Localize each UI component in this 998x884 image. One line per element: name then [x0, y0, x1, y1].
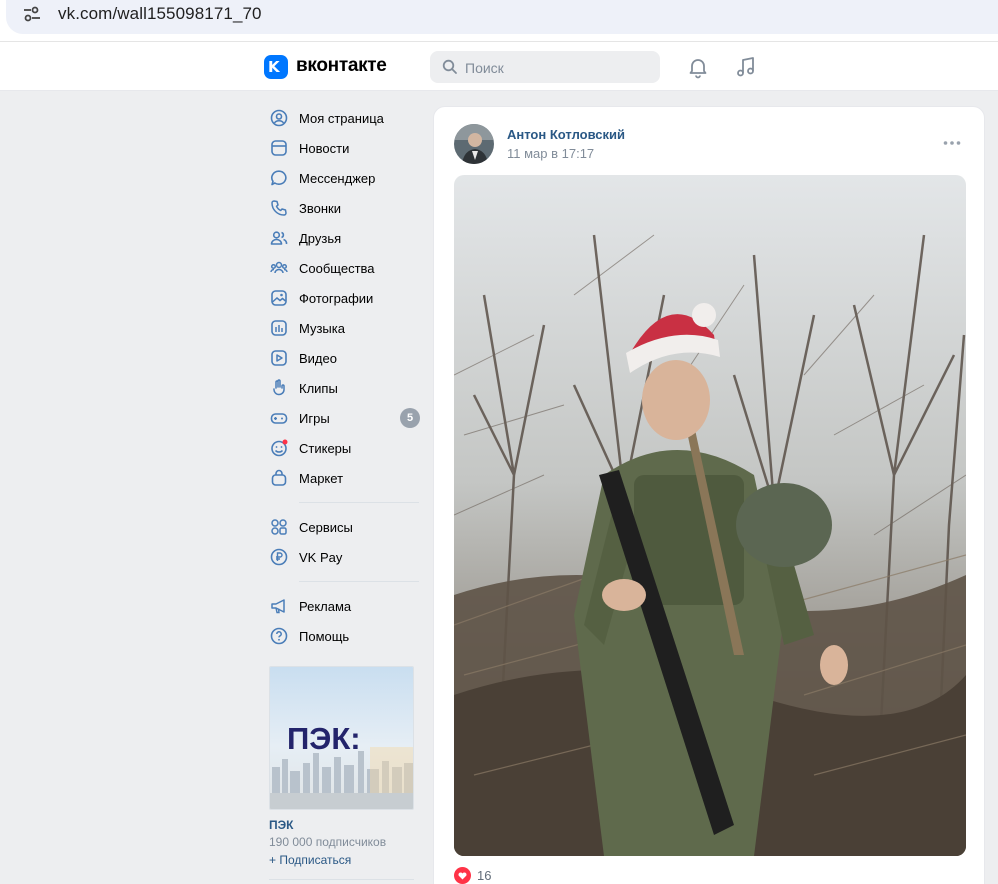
music-icon	[271, 320, 287, 336]
promo-subscribe-button[interactable]: + Подписаться	[269, 853, 351, 867]
promo-cover-image: ПЭК:	[270, 667, 413, 809]
ruble-coin-icon	[270, 548, 288, 566]
sidebar-item-label: Маркет	[299, 471, 344, 486]
post-date[interactable]: 11 мар в 17:17	[507, 146, 594, 161]
shopping-bag-icon	[271, 469, 287, 486]
sidebar-item-label: Игры	[299, 411, 330, 426]
sidebar-item-label: Мессенджер	[299, 171, 376, 186]
sidebar-divider	[299, 581, 419, 582]
music-note-icon[interactable]	[734, 55, 758, 79]
sidebar-item-label: Музыка	[299, 321, 345, 336]
video-icon	[271, 350, 287, 366]
sidebar-item-label: Реклама	[299, 599, 352, 614]
sticker-smile-icon	[271, 439, 288, 457]
megaphone-icon	[271, 599, 285, 614]
sidebar-item-label: Моя страница	[299, 111, 384, 126]
sidebar-item-calls[interactable]: Звонки	[268, 194, 420, 222]
communities-icon	[270, 261, 288, 274]
url-text[interactable]: vk.com/wall155098171_70	[58, 4, 262, 24]
sidebar-item-games[interactable]: Игры 5	[268, 404, 420, 432]
sidebar-item-label: Клипы	[299, 381, 338, 396]
sidebar-item-label: Сервисы	[299, 520, 353, 535]
sidebar-item-friends[interactable]: Друзья	[268, 224, 420, 252]
gamepad-icon	[270, 413, 288, 424]
promo-community-cover[interactable]: ПЭК:	[269, 666, 414, 810]
newsfeed-icon	[271, 140, 287, 156]
photo-icon	[271, 290, 287, 306]
post-photo[interactable]	[454, 175, 966, 856]
vk-logo-icon[interactable]: K	[264, 55, 288, 79]
friends-icon	[270, 231, 288, 245]
phone-icon	[271, 200, 287, 216]
sidebar-item-vk-pay[interactable]: VK Pay	[268, 543, 420, 571]
heart-like-icon[interactable]	[454, 867, 471, 884]
more-options-icon[interactable]	[942, 137, 962, 149]
services-grid-icon	[271, 519, 287, 535]
sidebar-divider	[269, 879, 414, 880]
sidebar-item-label: VK Pay	[299, 550, 343, 565]
promo-logo-text: ПЭК:	[287, 721, 361, 756]
vk-header: K вконтакте Поиск	[0, 42, 998, 91]
promo-subscribers-count: 190 000 подписчиков	[269, 835, 387, 849]
sidebar-item-label: Друзья	[299, 231, 342, 246]
sidebar-item-clips[interactable]: Клипы	[268, 374, 420, 402]
sidebar-item-video[interactable]: Видео	[268, 344, 420, 372]
browser-address-bar: vk.com/wall155098171_70	[0, 0, 998, 42]
wall-post: Антон Котловский 11 мар в 17:17 16	[433, 106, 985, 884]
help-circle-icon	[270, 627, 288, 645]
games-count-badge: 5	[400, 408, 420, 428]
clips-icon	[273, 379, 285, 396]
vk-logo-text[interactable]: вконтакте	[296, 55, 387, 77]
search-placeholder: Поиск	[465, 60, 504, 76]
sidebar-item-music[interactable]: Музыка	[268, 314, 420, 342]
message-bubble-icon	[271, 170, 287, 186]
bell-icon[interactable]	[686, 55, 710, 79]
sidebar-item-photos[interactable]: Фотографии	[268, 284, 420, 312]
post-photo-image	[454, 175, 966, 856]
search-input[interactable]: Поиск	[430, 51, 660, 83]
post-author-name[interactable]: Антон Котловский	[507, 127, 625, 142]
sidebar-item-label: Фотографии	[299, 291, 374, 306]
sidebar-item-stickers[interactable]: Стикеры	[268, 434, 420, 462]
sidebar-item-label: Звонки	[299, 201, 341, 216]
sidebar-item-label: Новости	[299, 141, 350, 156]
user-circle-icon	[270, 109, 288, 127]
search-icon	[442, 59, 457, 74]
like-count: 16	[477, 868, 492, 883]
sidebar-item-label: Помощь	[299, 629, 350, 644]
sidebar-item-messenger[interactable]: Мессенджер	[268, 164, 420, 192]
promo-community-name[interactable]: ПЭК	[269, 818, 294, 832]
sidebar-item-services[interactable]: Сервисы	[268, 513, 420, 541]
sidebar-item-news[interactable]: Новости	[268, 134, 420, 162]
sidebar-item-help[interactable]: Помощь	[268, 622, 420, 650]
site-settings-icon[interactable]	[22, 4, 42, 24]
sidebar-divider	[299, 502, 419, 503]
address-field[interactable]: vk.com/wall155098171_70	[6, 0, 998, 34]
sidebar-item-communities[interactable]: Сообщества	[268, 254, 420, 282]
author-avatar[interactable]	[454, 124, 494, 164]
sidebar-item-label: Стикеры	[299, 441, 352, 456]
sidebar-item-market[interactable]: Маркет	[268, 464, 420, 492]
sidebar-item-my-page[interactable]: Моя страница	[268, 104, 420, 132]
sidebar-item-label: Видео	[299, 351, 337, 366]
sidebar-item-label: Сообщества	[299, 261, 375, 276]
sidebar-item-ads[interactable]: Реклама	[268, 592, 420, 620]
